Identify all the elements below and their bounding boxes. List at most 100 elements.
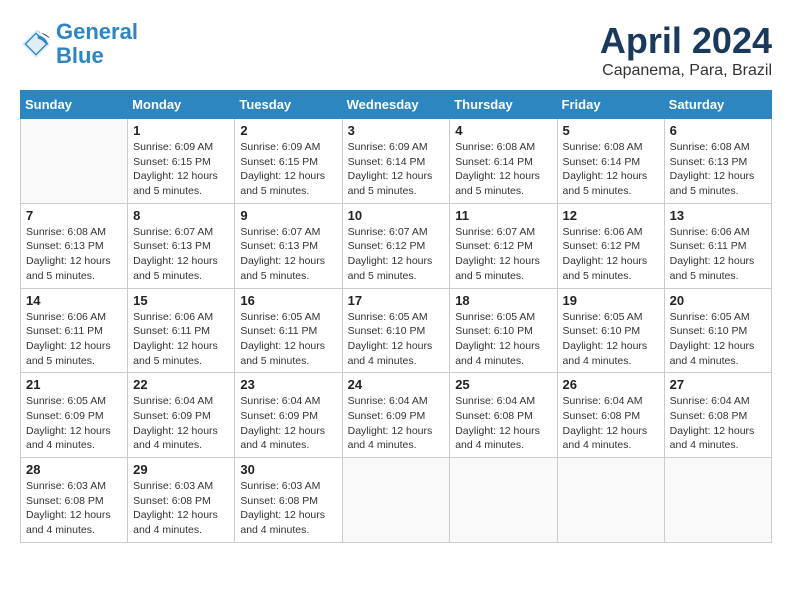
day-number: 19 xyxy=(563,293,659,308)
month-title: April 2024 xyxy=(600,20,772,62)
day-info: Sunrise: 6:04 AMSunset: 6:08 PMDaylight:… xyxy=(455,394,551,453)
logo: General Blue xyxy=(20,20,138,68)
day-number: 6 xyxy=(670,123,766,138)
day-number: 29 xyxy=(133,462,229,477)
logo-icon xyxy=(20,28,52,60)
calendar-cell xyxy=(342,458,450,543)
calendar-cell: 24Sunrise: 6:04 AMSunset: 6:09 PMDayligh… xyxy=(342,373,450,458)
calendar-cell: 3 Sunrise: 6:09 AMSunset: 6:14 PMDaylight… xyxy=(342,119,450,204)
calendar-cell: 12Sunrise: 6:06 AMSunset: 6:12 PMDayligh… xyxy=(557,203,664,288)
day-info: Sunrise: 6:04 AMSunset: 6:08 PMDaylight:… xyxy=(670,394,766,453)
calendar-cell: 20 Sunrise: 6:05 AMSunset: 6:10 PMDayligh… xyxy=(664,288,771,373)
calendar-cell: 4 Sunrise: 6:08 AMSunset: 6:14 PMDaylight… xyxy=(450,119,557,204)
day-number: 3 xyxy=(348,123,445,138)
day-number: 14 xyxy=(26,293,122,308)
day-number: 4 xyxy=(455,123,551,138)
location-subtitle: Capanema, Para, Brazil xyxy=(600,62,772,80)
day-info: Sunrise: 6:09 AMSunset: 6:14 PMDaylight:… xyxy=(348,140,445,199)
day-info: Sunrise: 6:05 AMSunset: 6:10 PMDaylight:… xyxy=(455,310,551,369)
day-number: 16 xyxy=(240,293,336,308)
calendar-cell: 6 Sunrise: 6:08 AMSunset: 6:13 PMDaylight… xyxy=(664,119,771,204)
day-info: Sunrise: 6:04 AMSunset: 6:08 PMDaylight:… xyxy=(563,394,659,453)
day-info: Sunrise: 6:06 AMSunset: 6:11 PMDaylight:… xyxy=(26,310,122,369)
day-number: 5 xyxy=(563,123,659,138)
day-info: Sunrise: 6:05 AMSunset: 6:11 PMDaylight:… xyxy=(240,310,336,369)
weekday-monday: Monday xyxy=(128,91,235,119)
calendar-cell: 28 Sunrise: 6:03 AMSunset: 6:08 PMDayligh… xyxy=(21,458,128,543)
day-number: 26 xyxy=(563,377,659,392)
day-info: Sunrise: 6:04 AMSunset: 6:09 PMDaylight:… xyxy=(348,394,445,453)
day-number: 28 xyxy=(26,462,122,477)
calendar-cell: 2 Sunrise: 6:09 AMSunset: 6:15 PMDaylight… xyxy=(235,119,342,204)
calendar-week-4: 21Sunrise: 6:05 AMSunset: 6:09 PMDayligh… xyxy=(21,373,772,458)
calendar-cell: 14 Sunrise: 6:06 AMSunset: 6:11 PMDayligh… xyxy=(21,288,128,373)
day-info: Sunrise: 6:05 AMSunset: 6:10 PMDaylight:… xyxy=(563,310,659,369)
weekday-friday: Friday xyxy=(557,91,664,119)
day-info: Sunrise: 6:06 AMSunset: 6:12 PMDaylight:… xyxy=(563,225,659,284)
day-number: 21 xyxy=(26,377,122,392)
calendar-table: SundayMondayTuesdayWednesdayThursdayFrid… xyxy=(20,90,772,543)
day-info: Sunrise: 6:07 AMSunset: 6:13 PMDaylight:… xyxy=(133,225,229,284)
weekday-sunday: Sunday xyxy=(21,91,128,119)
calendar-cell: 13Sunrise: 6:06 AMSunset: 6:11 PMDayligh… xyxy=(664,203,771,288)
day-info: Sunrise: 6:04 AMSunset: 6:09 PMDaylight:… xyxy=(133,394,229,453)
weekday-thursday: Thursday xyxy=(450,91,557,119)
day-info: Sunrise: 6:06 AMSunset: 6:11 PMDaylight:… xyxy=(133,310,229,369)
weekday-header-row: SundayMondayTuesdayWednesdayThursdayFrid… xyxy=(21,91,772,119)
calendar-cell xyxy=(450,458,557,543)
calendar-cell: 30Sunrise: 6:03 AMSunset: 6:08 PMDayligh… xyxy=(235,458,342,543)
logo-text: General Blue xyxy=(56,20,138,68)
calendar-cell: 10 Sunrise: 6:07 AMSunset: 6:12 PMDayligh… xyxy=(342,203,450,288)
calendar-week-5: 28 Sunrise: 6:03 AMSunset: 6:08 PMDayligh… xyxy=(21,458,772,543)
calendar-cell: 21Sunrise: 6:05 AMSunset: 6:09 PMDayligh… xyxy=(21,373,128,458)
day-number: 10 xyxy=(348,208,445,223)
calendar-cell: 16 Sunrise: 6:05 AMSunset: 6:11 PMDayligh… xyxy=(235,288,342,373)
calendar-body: 1 Sunrise: 6:09 AMSunset: 6:15 PMDaylight… xyxy=(21,119,772,543)
day-info: Sunrise: 6:06 AMSunset: 6:11 PMDaylight:… xyxy=(670,225,766,284)
day-info: Sunrise: 6:03 AMSunset: 6:08 PMDaylight:… xyxy=(240,479,336,538)
day-number: 7 xyxy=(26,208,122,223)
calendar-cell: 23 Sunrise: 6:04 AMSunset: 6:09 PMDayligh… xyxy=(235,373,342,458)
day-number: 1 xyxy=(133,123,229,138)
calendar-cell: 11 Sunrise: 6:07 AMSunset: 6:12 PMDayligh… xyxy=(450,203,557,288)
day-info: Sunrise: 6:09 AMSunset: 6:15 PMDaylight:… xyxy=(133,140,229,199)
calendar-cell: 17 Sunrise: 6:05 AMSunset: 6:10 PMDayligh… xyxy=(342,288,450,373)
day-info: Sunrise: 6:03 AMSunset: 6:08 PMDaylight:… xyxy=(26,479,122,538)
calendar-cell: 19 Sunrise: 6:05 AMSunset: 6:10 PMDayligh… xyxy=(557,288,664,373)
calendar-week-2: 7Sunrise: 6:08 AMSunset: 6:13 PMDaylight… xyxy=(21,203,772,288)
title-block: April 2024 Capanema, Para, Brazil xyxy=(600,20,772,80)
day-info: Sunrise: 6:08 AMSunset: 6:14 PMDaylight:… xyxy=(455,140,551,199)
calendar-cell: 18Sunrise: 6:05 AMSunset: 6:10 PMDayligh… xyxy=(450,288,557,373)
day-number: 17 xyxy=(348,293,445,308)
day-number: 9 xyxy=(240,208,336,223)
day-number: 23 xyxy=(240,377,336,392)
day-number: 2 xyxy=(240,123,336,138)
day-info: Sunrise: 6:05 AMSunset: 6:10 PMDaylight:… xyxy=(670,310,766,369)
day-info: Sunrise: 6:07 AMSunset: 6:12 PMDaylight:… xyxy=(455,225,551,284)
day-info: Sunrise: 6:05 AMSunset: 6:10 PMDaylight:… xyxy=(348,310,445,369)
calendar-cell xyxy=(21,119,128,204)
calendar-cell: 25 Sunrise: 6:04 AMSunset: 6:08 PMDayligh… xyxy=(450,373,557,458)
day-info: Sunrise: 6:07 AMSunset: 6:12 PMDaylight:… xyxy=(348,225,445,284)
logo-line2: Blue xyxy=(56,43,104,68)
calendar-cell xyxy=(557,458,664,543)
day-number: 27 xyxy=(670,377,766,392)
calendar-cell: 8Sunrise: 6:07 AMSunset: 6:13 PMDaylight… xyxy=(128,203,235,288)
day-info: Sunrise: 6:03 AMSunset: 6:08 PMDaylight:… xyxy=(133,479,229,538)
day-number: 20 xyxy=(670,293,766,308)
calendar-cell: 22Sunrise: 6:04 AMSunset: 6:09 PMDayligh… xyxy=(128,373,235,458)
calendar-cell: 5Sunrise: 6:08 AMSunset: 6:14 PMDaylight… xyxy=(557,119,664,204)
weekday-saturday: Saturday xyxy=(664,91,771,119)
calendar-cell: 29 Sunrise: 6:03 AMSunset: 6:08 PMDayligh… xyxy=(128,458,235,543)
calendar-cell: 1 Sunrise: 6:09 AMSunset: 6:15 PMDaylight… xyxy=(128,119,235,204)
day-info: Sunrise: 6:04 AMSunset: 6:09 PMDaylight:… xyxy=(240,394,336,453)
day-info: Sunrise: 6:09 AMSunset: 6:15 PMDaylight:… xyxy=(240,140,336,199)
weekday-wednesday: Wednesday xyxy=(342,91,450,119)
calendar-cell: 9Sunrise: 6:07 AMSunset: 6:13 PMDaylight… xyxy=(235,203,342,288)
day-number: 11 xyxy=(455,208,551,223)
day-info: Sunrise: 6:08 AMSunset: 6:13 PMDaylight:… xyxy=(670,140,766,199)
day-number: 25 xyxy=(455,377,551,392)
logo-line1: General xyxy=(56,19,138,44)
calendar-cell xyxy=(664,458,771,543)
calendar-cell: 26 Sunrise: 6:04 AMSunset: 6:08 PMDayligh… xyxy=(557,373,664,458)
